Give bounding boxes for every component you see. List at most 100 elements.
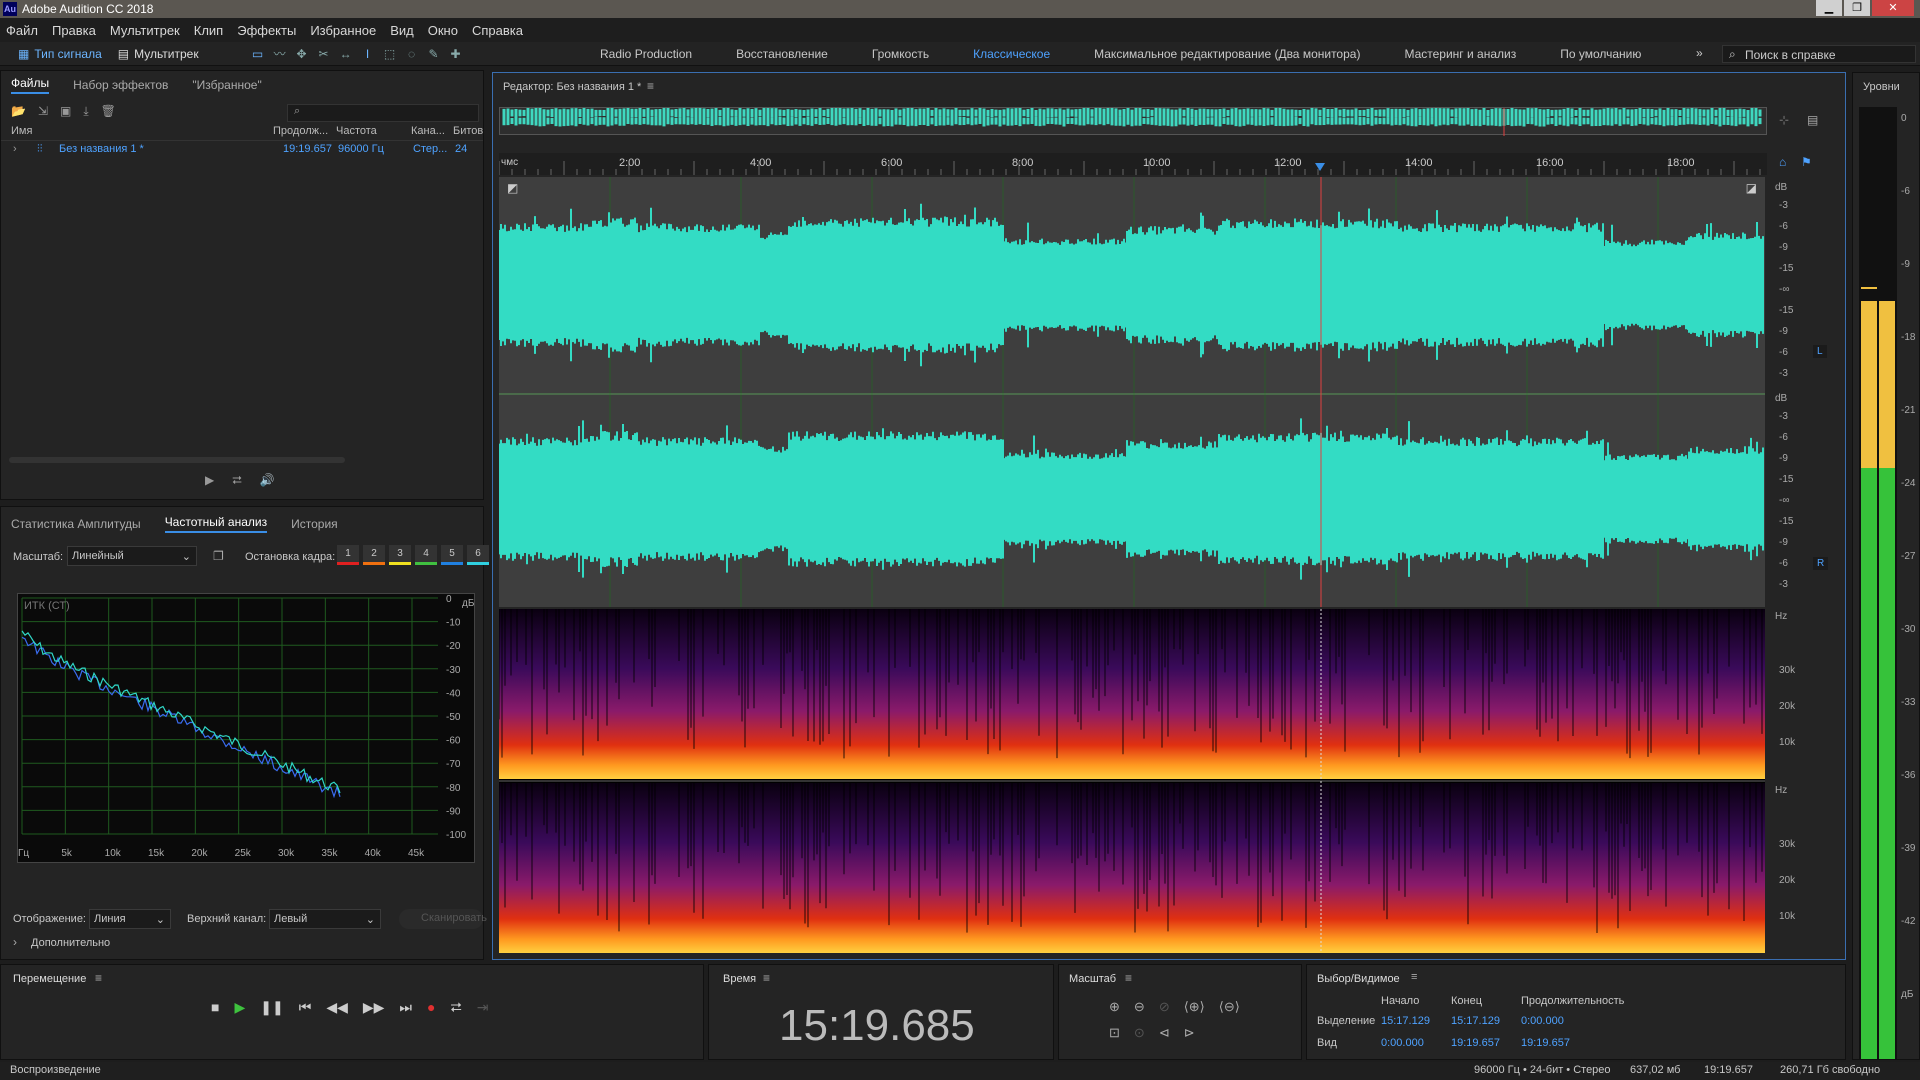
brush-tool-icon[interactable]: ✎ <box>423 44 445 64</box>
menu-multitrack[interactable]: Мультитрек <box>110 23 180 38</box>
zoom-in-point-icon[interactable]: ⊙ <box>1134 1025 1145 1041</box>
import-icon[interactable]: ⇲ <box>38 104 48 118</box>
multitrack-mode-button[interactable]: ▤ Мультитрек <box>110 44 207 64</box>
expand-chevron-icon[interactable]: › <box>13 143 17 155</box>
freeze-slot-1[interactable]: 1 <box>337 545 359 565</box>
workspace-default[interactable]: По умолчанию <box>1560 47 1641 61</box>
skip-selection-icon[interactable]: ⇥ <box>477 999 489 1016</box>
tab-amplitude-stats[interactable]: Статистика Амплитуды <box>11 517 141 531</box>
zoom-out-full-icon[interactable]: ⊘ <box>1159 999 1170 1015</box>
volume-icon[interactable]: 🔊 <box>260 473 275 488</box>
panel-menu-icon[interactable]: ≡ <box>95 971 102 985</box>
maximize-button[interactable]: ❐ <box>1844 0 1870 16</box>
files-search-input[interactable]: ⌕ <box>287 104 479 122</box>
menu-effects[interactable]: Эффекты <box>237 23 296 38</box>
channel-select[interactable]: Левый ⌄ <box>269 909 381 929</box>
new-file-icon[interactable]: ▣ <box>60 104 71 118</box>
view-end[interactable]: 19:19.657 <box>1451 1037 1500 1049</box>
waveform-corner-right-icon[interactable]: ◪ <box>1746 181 1757 195</box>
pause-icon[interactable]: ❚❚ <box>260 999 283 1016</box>
loop-preview-icon[interactable]: ⮂ <box>232 473 242 488</box>
open-file-icon[interactable]: 📂 <box>11 104 26 118</box>
menu-help[interactable]: Справка <box>472 23 523 38</box>
minimize-button[interactable]: ▁ <box>1816 0 1842 16</box>
move-tool-icon[interactable]: ✥ <box>291 44 313 64</box>
zoom-selection-icon[interactable]: ⊡ <box>1109 1025 1120 1041</box>
col-channels[interactable]: Кана... <box>411 125 445 137</box>
freeze-slot-2[interactable]: 2 <box>363 545 385 565</box>
freeze-toggle-icon[interactable]: ❐ <box>213 549 224 563</box>
delete-icon[interactable]: 🗑 <box>101 104 116 118</box>
display-select[interactable]: Линия ⌄ <box>89 909 171 929</box>
zoom-in-time-icon[interactable]: ⟨⊕⟩ <box>1184 999 1205 1015</box>
zoom-in-amplitude-icon[interactable]: ⊕ <box>1109 999 1120 1015</box>
tab-frequency-analysis[interactable]: Частотный анализ <box>164 515 268 533</box>
panel-menu-icon[interactable]: ≡ <box>647 79 654 93</box>
selection-start[interactable]: 15:17.129 <box>1381 1015 1430 1027</box>
col-rate[interactable]: Частота <box>336 125 377 137</box>
view-start[interactable]: 0:00.000 <box>1381 1037 1424 1049</box>
rewind-icon[interactable]: ◀◀ <box>326 999 348 1016</box>
slip-tool-icon[interactable]: ↔ <box>335 44 357 64</box>
loop-icon[interactable]: ⮂ <box>451 999 462 1016</box>
stop-icon[interactable]: ■ <box>211 999 219 1016</box>
zoom-out-amplitude-icon[interactable]: ⊖ <box>1134 999 1145 1015</box>
time-ruler[interactable] <box>498 153 1767 175</box>
waveform-mode-button[interactable]: ▦ Тип сигнала <box>10 44 110 64</box>
snap-icon[interactable]: ⌂ <box>1779 155 1786 169</box>
lasso-tool-icon[interactable]: ◌ <box>401 44 423 64</box>
menu-view[interactable]: Вид <box>390 23 414 38</box>
selection-duration[interactable]: 0:00.000 <box>1521 1015 1564 1027</box>
tab-favorites[interactable]: "Избранное" <box>192 78 261 92</box>
razor-tool-icon[interactable]: ✂ <box>313 44 335 64</box>
freeze-slot-6[interactable]: 6 <box>467 545 489 565</box>
overview-bar[interactable] <box>499 107 1767 136</box>
zoom-left-edge-icon[interactable]: ⊲ <box>1159 1025 1170 1041</box>
workspace-restoration[interactable]: Восстановление <box>736 47 828 61</box>
waveform-corner-left-icon[interactable]: ◩ <box>507 181 518 195</box>
panel-menu-icon[interactable]: ≡ <box>1411 971 1417 983</box>
panel-menu-icon[interactable]: ≡ <box>763 971 770 985</box>
go-to-start-icon[interactable]: ⏮ <box>299 999 312 1016</box>
freeze-slot-4[interactable]: 4 <box>415 545 437 565</box>
spectral-view-icon[interactable]: 〰 <box>269 44 291 64</box>
selection-end[interactable]: 15:17.129 <box>1451 1015 1500 1027</box>
play-preview-icon[interactable]: ▶ <box>205 473 214 488</box>
waveform-view-icon[interactable]: ▭ <box>247 44 269 64</box>
advanced-toggle[interactable]: Дополнительно <box>31 937 110 949</box>
spectral-area[interactable] <box>498 609 1765 953</box>
zoom-out-time-icon[interactable]: ⟨⊖⟩ <box>1219 999 1240 1015</box>
col-name[interactable]: Имя <box>11 125 32 137</box>
scan-button[interactable]: Сканировать <box>399 909 487 929</box>
freeze-slot-3[interactable]: 3 <box>389 545 411 565</box>
workspace-mastering[interactable]: Мастеринг и анализ <box>1404 47 1516 61</box>
workspace-overflow-icon[interactable]: » <box>1696 46 1703 60</box>
advanced-chevron-icon[interactable]: › <box>13 935 17 949</box>
tab-files[interactable]: Файлы <box>11 76 50 94</box>
workspace-loudness[interactable]: Громкость <box>872 47 929 61</box>
help-search-input[interactable]: ⌕ Поиск в справке <box>1722 45 1916 63</box>
col-duration[interactable]: Продолж... <box>273 125 328 137</box>
fast-forward-icon[interactable]: ▶▶ <box>363 999 385 1016</box>
workspace-dual-monitor[interactable]: Максимальное редактирование (Два монитор… <box>1094 47 1360 61</box>
tab-history[interactable]: История <box>291 517 338 531</box>
panel-options-icon[interactable]: ▤ <box>1807 113 1818 127</box>
file-row[interactable]: › ⫶⫶ Без названия 1 * 19:19.657 96000 Гц… <box>1 141 483 159</box>
workspace-classic[interactable]: Классическое <box>973 47 1050 61</box>
time-selection-tool-icon[interactable]: I <box>357 44 379 64</box>
go-to-end-icon[interactable]: ⏭ <box>399 999 412 1016</box>
menu-edit[interactable]: Правка <box>52 23 96 38</box>
channel-left-toggle[interactable]: L <box>1813 345 1827 358</box>
close-button[interactable]: ✕ <box>1872 0 1914 16</box>
scale-select[interactable]: Линейный ⌄ <box>67 546 197 566</box>
menu-favorites[interactable]: Избранное <box>310 23 376 38</box>
waveform-area[interactable]: ◩ ◪ <box>498 177 1765 607</box>
workspace-radio[interactable]: Radio Production <box>600 47 692 61</box>
marquee-tool-icon[interactable]: ⬚ <box>379 44 401 64</box>
zoom-right-edge-icon[interactable]: ⊳ <box>1184 1025 1195 1041</box>
marker-icon[interactable]: ⚑ <box>1801 155 1812 169</box>
menu-file[interactable]: Файл <box>6 23 38 38</box>
zoom-reset-icon[interactable]: ⊹ <box>1779 113 1789 127</box>
view-duration[interactable]: 19:19.657 <box>1521 1037 1570 1049</box>
files-scrollbar[interactable] <box>9 457 345 463</box>
